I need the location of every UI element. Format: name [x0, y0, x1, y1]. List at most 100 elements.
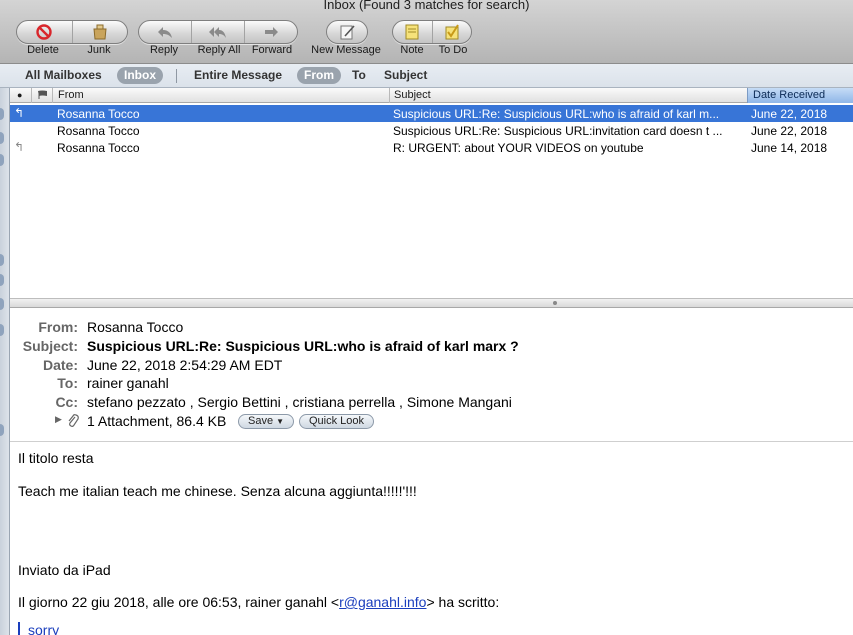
- column-divider: [389, 88, 390, 103]
- note-button[interactable]: [393, 21, 433, 43]
- email-link[interactable]: r@ganahl.info: [339, 594, 426, 610]
- toolbar: Inbox (Found 3 matches for search) Delet…: [0, 0, 853, 64]
- scope-divider: [176, 69, 177, 83]
- delete-icon: [36, 24, 52, 40]
- scope-inbox[interactable]: Inbox: [117, 67, 163, 84]
- cc-label: Cc:: [55, 394, 78, 410]
- mailbox-drawer-edge[interactable]: [0, 88, 10, 635]
- quoted-text[interactable]: sorry: [18, 622, 59, 635]
- message-header: From: Rosanna Tocco Subject: Suspicious …: [10, 308, 853, 442]
- reply-label: Reply: [149, 44, 179, 56]
- save-attachment-button[interactable]: Save ▼: [238, 414, 295, 429]
- pane-splitter[interactable]: [10, 298, 853, 308]
- date-label: Date:: [42, 357, 78, 373]
- todo-button[interactable]: [433, 21, 472, 43]
- delete-label: Delete: [27, 44, 59, 56]
- attachment-info: 1 Attachment, 86.4 KB: [87, 413, 227, 429]
- forward-button[interactable]: [245, 21, 297, 43]
- disclosure-triangle-icon[interactable]: ▶: [55, 414, 62, 425]
- column-divider: [52, 88, 53, 103]
- row-from: Rosanna Tocco: [57, 124, 140, 138]
- message-row[interactable]: Rosanna Tocco Suspicious URL:Re: Suspici…: [10, 122, 853, 139]
- drawer-indicator: [0, 132, 4, 144]
- attribution-prefix: Il giorno 22 giu 2018, alle ore 06:53, r…: [18, 594, 340, 610]
- reply-button[interactable]: [139, 21, 192, 43]
- drawer-indicator: [0, 324, 4, 336]
- reply-all-button[interactable]: [192, 21, 245, 43]
- message-row[interactable]: ↰ Rosanna Tocco R: URGENT: about YOUR VI…: [10, 139, 853, 156]
- message-row[interactable]: ↰ Rosanna Tocco Suspicious URL:Re: Suspi…: [10, 105, 853, 122]
- delete-button[interactable]: [17, 21, 73, 43]
- date-value: June 22, 2018 2:54:29 AM EDT: [87, 357, 283, 373]
- body-reply-attribution: Il giorno 22 giu 2018, alle ore 06:53, r…: [18, 594, 499, 610]
- to-label: To:: [57, 375, 78, 391]
- scope-from[interactable]: From: [297, 67, 341, 84]
- reply-all-arrow-icon: [209, 27, 226, 38]
- new-message-group: [326, 20, 368, 44]
- row-date: June 22, 2018: [751, 107, 828, 121]
- drawer-indicator: [0, 108, 4, 120]
- new-message-button[interactable]: [327, 21, 367, 43]
- junk-bag-icon: [93, 24, 107, 40]
- todo-label: To Do: [438, 44, 468, 56]
- subject-column-header[interactable]: Subject: [394, 89, 431, 101]
- save-label: Save: [248, 415, 274, 427]
- replied-icon: ↰: [14, 140, 25, 154]
- row-subject: Suspicious URL:Re: Suspicious URL:invita…: [393, 124, 723, 138]
- search-scope-bar: All Mailboxes Inbox Entire Message From …: [0, 64, 853, 88]
- date-column-header[interactable]: Date Received: [747, 88, 853, 103]
- to-value[interactable]: rainer ganahl: [87, 375, 169, 391]
- drawer-indicator: [0, 154, 4, 166]
- junk-button[interactable]: [73, 21, 128, 43]
- reply-all-label: Reply All: [197, 44, 241, 56]
- note-todo-group: [392, 20, 472, 44]
- row-from: Rosanna Tocco: [57, 141, 140, 155]
- row-subject: Suspicious URL:Re: Suspicious URL:who is…: [393, 107, 720, 121]
- drawer-indicator: [0, 424, 4, 436]
- from-label: From:: [38, 319, 78, 335]
- forward-label: Forward: [251, 44, 293, 56]
- subject-label: Subject:: [22, 338, 78, 354]
- new-message-label: New Message: [311, 44, 381, 56]
- list-header: ● From Subject Date Received: [10, 88, 853, 103]
- flag-column-icon[interactable]: [37, 90, 48, 100]
- cc-value[interactable]: stefano pezzato , Sergio Bettini , crist…: [87, 394, 512, 410]
- paperclip-icon: [68, 414, 79, 427]
- dropdown-arrow-icon: ▼: [276, 417, 285, 426]
- body-line: Inviato da iPad: [18, 562, 111, 578]
- scope-subject[interactable]: Subject: [384, 68, 427, 82]
- row-subject: R: URGENT: about YOUR VIDEOS on youtube: [393, 141, 644, 155]
- window-title: Inbox (Found 3 matches for search): [323, 0, 530, 12]
- splitter-grip-icon: [553, 301, 557, 305]
- compose-icon: [340, 25, 355, 40]
- row-date: June 22, 2018: [751, 124, 828, 138]
- body-line: Il titolo resta: [18, 450, 94, 466]
- scope-all-mailboxes[interactable]: All Mailboxes: [25, 68, 102, 82]
- from-column-header[interactable]: From: [58, 89, 84, 101]
- forward-arrow-icon: [265, 27, 278, 37]
- row-date: June 14, 2018: [751, 141, 828, 155]
- read-status-column-icon[interactable]: ●: [17, 90, 22, 100]
- row-from: Rosanna Tocco: [57, 107, 140, 121]
- todo-check-icon: [445, 24, 459, 40]
- message-list: ● From Subject Date Received ↰ Rosanna T…: [10, 88, 853, 298]
- quick-look-button[interactable]: Quick Look: [299, 414, 375, 429]
- date-column-label: Date Received: [753, 89, 826, 101]
- reply-arrow-icon: [158, 27, 172, 38]
- delete-junk-group: [16, 20, 128, 44]
- note-label: Note: [400, 44, 424, 56]
- header-divider: [10, 441, 853, 442]
- scope-entire-message[interactable]: Entire Message: [194, 68, 282, 82]
- body-line: Teach me italian teach me chinese. Senza…: [18, 483, 417, 499]
- junk-label: Junk: [87, 44, 111, 56]
- attribution-suffix: > ha scritto:: [426, 594, 500, 610]
- scope-to[interactable]: To: [352, 68, 366, 82]
- column-divider: [31, 88, 32, 103]
- drawer-indicator: [0, 298, 4, 310]
- note-icon: [405, 24, 419, 40]
- drawer-indicator: [0, 254, 4, 266]
- subject-value: Suspicious URL:Re: Suspicious URL:who is…: [87, 338, 519, 354]
- reply-group: [138, 20, 298, 44]
- from-value[interactable]: Rosanna Tocco: [87, 319, 183, 335]
- drawer-indicator: [0, 274, 4, 286]
